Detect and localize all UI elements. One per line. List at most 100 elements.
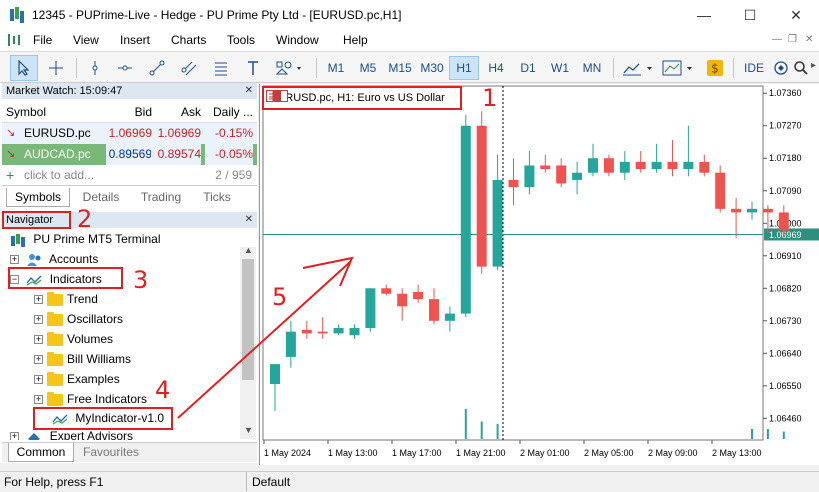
tree-root-label: PU Prime MT5 Terminal [33, 232, 161, 246]
tree-accounts[interactable]: + Accounts [10, 249, 98, 269]
tree-folder[interactable]: + Trend [34, 289, 98, 309]
expand-icon[interactable]: + [10, 432, 19, 440]
tab-common[interactable]: Common [8, 443, 74, 462]
tab-ticks[interactable]: Ticks [192, 188, 242, 207]
indicators-dropdown-button[interactable] [620, 55, 658, 81]
folder-icon [47, 391, 63, 406]
mdi-minimize-icon[interactable]: — [772, 34, 782, 45]
annotation-label-5: 5 [272, 283, 288, 311]
more-icon[interactable]: ▸ [811, 60, 816, 71]
market-watch-row[interactable]: ↘ AUDCAD.pc 0.89569 0.89574 -0.05% [2, 144, 257, 165]
minimize-button[interactable]: — [681, 0, 727, 30]
crosshair-icon [49, 61, 63, 75]
column-bid[interactable]: Bid [106, 102, 152, 123]
timeframe-mn[interactable]: MN [577, 56, 607, 80]
menu-charts[interactable]: Charts [171, 33, 206, 47]
menu-help[interactable]: Help [343, 33, 368, 47]
timeframe-m1[interactable]: M1 [321, 56, 351, 80]
menu-window[interactable]: Window [276, 33, 319, 47]
timeframe-w1[interactable]: W1 [545, 56, 575, 80]
community-button[interactable] [770, 55, 792, 81]
vertical-line-button[interactable] [82, 55, 108, 81]
ide-button[interactable]: IDE [738, 56, 770, 80]
candle-body [349, 328, 360, 336]
horizontal-line-icon [118, 65, 132, 71]
expand-icon[interactable]: + [34, 395, 43, 405]
menu-tools[interactable]: Tools [227, 33, 255, 47]
trendline-button[interactable] [144, 55, 170, 81]
mdi-close-icon[interactable]: ✕ [805, 34, 813, 45]
column-daily[interactable]: Daily ... [205, 102, 253, 123]
price-chart[interactable]: 1.073601.072701.071801.070901.070001.069… [260, 84, 819, 465]
crosshair-tool-button[interactable] [42, 55, 70, 81]
tab-trading[interactable]: Trading [132, 188, 190, 207]
fibonacci-button[interactable] [208, 55, 234, 81]
close-button[interactable]: ✕ [773, 0, 819, 30]
candle-body [460, 125, 471, 314]
shapes-dropdown-button[interactable] [270, 55, 310, 81]
column-symbol[interactable]: Symbol [6, 102, 46, 123]
timeframe-h4[interactable]: H4 [481, 56, 511, 80]
tree-folder[interactable]: + Bill Williams [34, 349, 131, 369]
timeframe-d1[interactable]: D1 [513, 56, 543, 80]
tree-folder[interactable]: + Oscillators [34, 309, 123, 329]
tree-folder[interactable]: + Free Indicators [34, 389, 147, 409]
algo-trading-button[interactable]: $ [702, 55, 728, 81]
symbol-count: 2 / 959 [215, 168, 252, 182]
chart-window[interactable]: 1.073601.072701.071801.070901.070001.069… [259, 84, 819, 465]
search-button[interactable] [790, 55, 812, 81]
expand-icon[interactable]: + [34, 375, 43, 385]
scroll-up-icon[interactable]: ▲ [244, 245, 253, 255]
candle-body [301, 329, 312, 334]
scroll-thumb[interactable] [242, 259, 254, 380]
cursor-tool-button[interactable] [10, 55, 38, 81]
market-watch-close-icon[interactable]: ✕ [245, 83, 253, 99]
navigator-close-icon[interactable]: ✕ [245, 212, 253, 228]
menu-file[interactable]: File [33, 33, 52, 47]
templates-dropdown-button[interactable] [660, 55, 698, 81]
menu-insert[interactable]: Insert [120, 33, 150, 47]
svg-text:$: $ [711, 62, 719, 76]
expand-icon[interactable]: + [34, 355, 43, 365]
maximize-button[interactable]: ☐ [727, 0, 773, 30]
indicators-chart-icon [623, 63, 652, 76]
candle-body [588, 158, 598, 173]
timeframe-m15[interactable]: M15 [385, 56, 415, 80]
timeframe-h1[interactable]: H1 [449, 56, 479, 80]
shapes-icon [275, 61, 301, 75]
terminal-icon [11, 233, 25, 247]
menu-view[interactable]: View [73, 33, 99, 47]
add-symbol-row[interactable]: + click to add... 2 / 959 [2, 165, 257, 186]
expand-icon[interactable]: + [34, 295, 43, 305]
candle-body [699, 161, 710, 173]
fibonacci-icon [215, 62, 227, 76]
folder-label: Examples [67, 372, 120, 386]
text-tool-button[interactable] [240, 55, 266, 81]
navigator-scrollbar[interactable]: ▲ ▼ [240, 245, 256, 439]
market-watch-row[interactable]: ↘ EURUSD.pc 1.06969 1.06969 -0.15% [2, 123, 257, 144]
folder-label: Trend [67, 292, 98, 306]
mdi-restore-icon[interactable]: ❐ [788, 34, 797, 45]
timeframe-m5[interactable]: M5 [353, 56, 383, 80]
expand-icon[interactable]: + [34, 315, 43, 325]
expand-icon[interactable]: + [34, 335, 43, 345]
tab-symbols[interactable]: Symbols [6, 188, 70, 207]
y-tick-label: 1.06730 [769, 316, 802, 326]
column-ask[interactable]: Ask [151, 102, 201, 123]
add-symbol-placeholder[interactable]: click to add... [24, 165, 94, 186]
tree-folder[interactable]: + Examples [34, 369, 120, 389]
timeframe-m30[interactable]: M30 [417, 56, 447, 80]
tree-folder[interactable]: + Volumes [34, 329, 113, 349]
channel-button[interactable] [176, 55, 202, 81]
expand-icon[interactable]: + [10, 255, 19, 265]
horizontal-line-button[interactable] [112, 55, 138, 81]
app-icon [10, 7, 24, 23]
candle-body [381, 288, 392, 294]
x-tick-label: 2 May 13:00 [712, 448, 762, 458]
tab-favourites[interactable]: Favourites [78, 443, 144, 462]
status-profile: Default [252, 475, 291, 489]
candle-body [397, 293, 408, 307]
scroll-down-icon[interactable]: ▼ [244, 425, 253, 435]
symbol-name: EURUSD.pc [24, 126, 91, 140]
vertical-line-icon [92, 61, 98, 75]
